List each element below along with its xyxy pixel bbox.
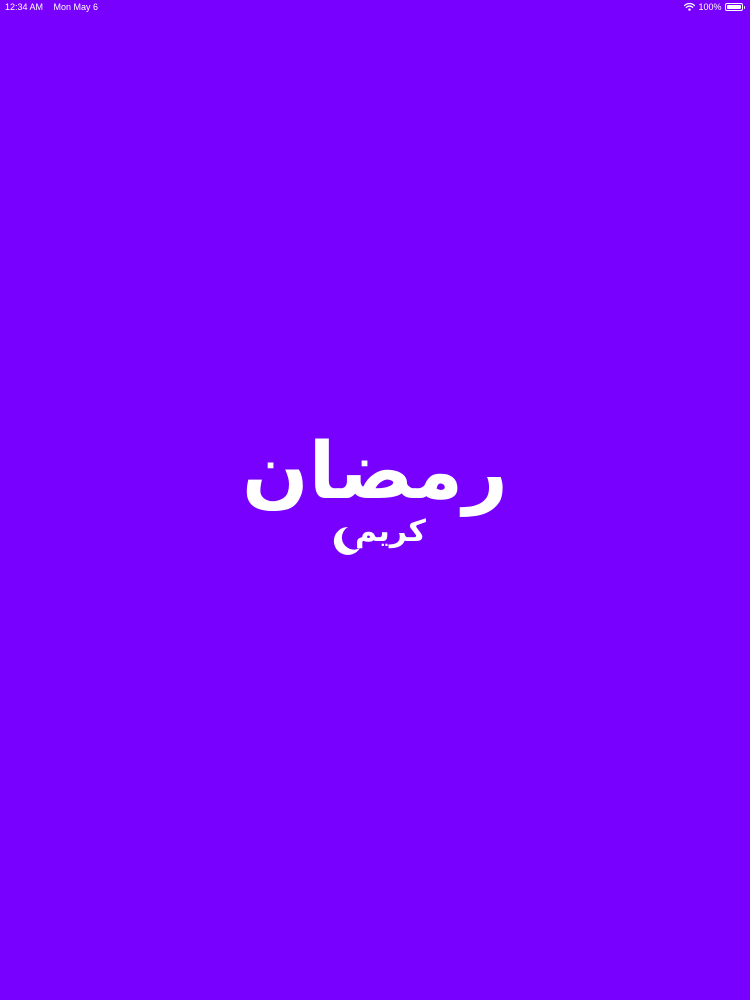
battery-icon [724, 3, 745, 11]
wifi-icon [684, 3, 696, 11]
splash-logo: رمضان كريم [235, 427, 515, 560]
status-date: Mon May 6 [53, 2, 99, 12]
battery-fill [726, 5, 741, 9]
status-left: 12:34 AM Mon May 6 [5, 0, 98, 14]
battery-tip [743, 5, 745, 9]
status-time: 12:34 AM [5, 2, 44, 12]
logo-subtitle: كريم [355, 514, 426, 549]
battery-body [724, 3, 743, 11]
battery-percentage: 100% [698, 2, 722, 12]
status-bar: 12:34 AM Mon May 6 100% [0, 0, 750, 16]
status-right: 100% [684, 0, 745, 14]
logo-title: رمضان [242, 427, 508, 517]
